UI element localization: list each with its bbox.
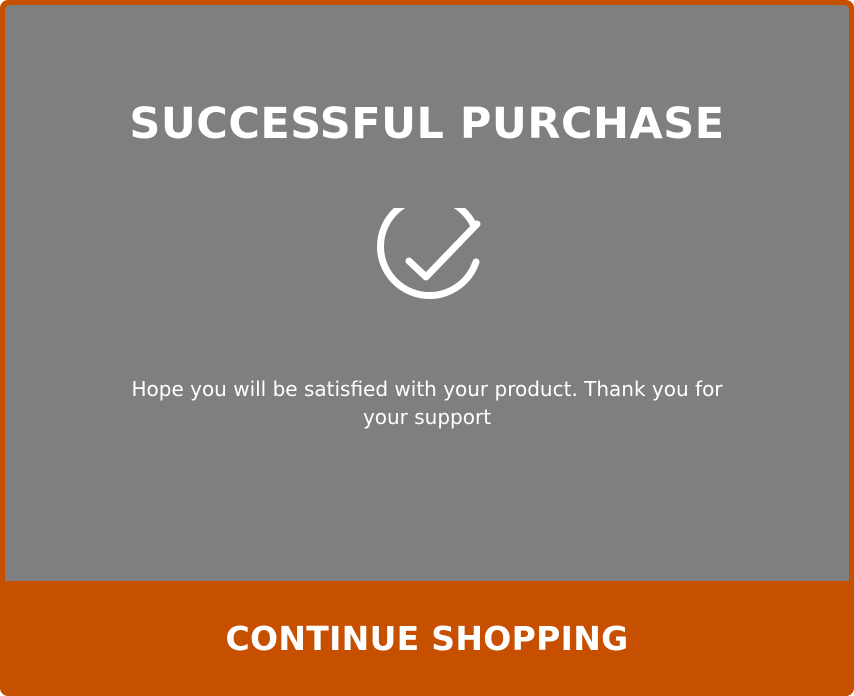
continue-shopping-button[interactable]: CONTINUE SHOPPING — [0, 581, 854, 696]
dialog-message: Hope you will be satisfied with your pro… — [131, 377, 723, 429]
check-circle-icon — [377, 208, 481, 299]
dialog-title: SUCCESSFUL PURCHASE — [129, 99, 725, 149]
purchase-success-dialog: SUCCESSFUL PURCHASE Hope you will be sat… — [0, 0, 854, 696]
